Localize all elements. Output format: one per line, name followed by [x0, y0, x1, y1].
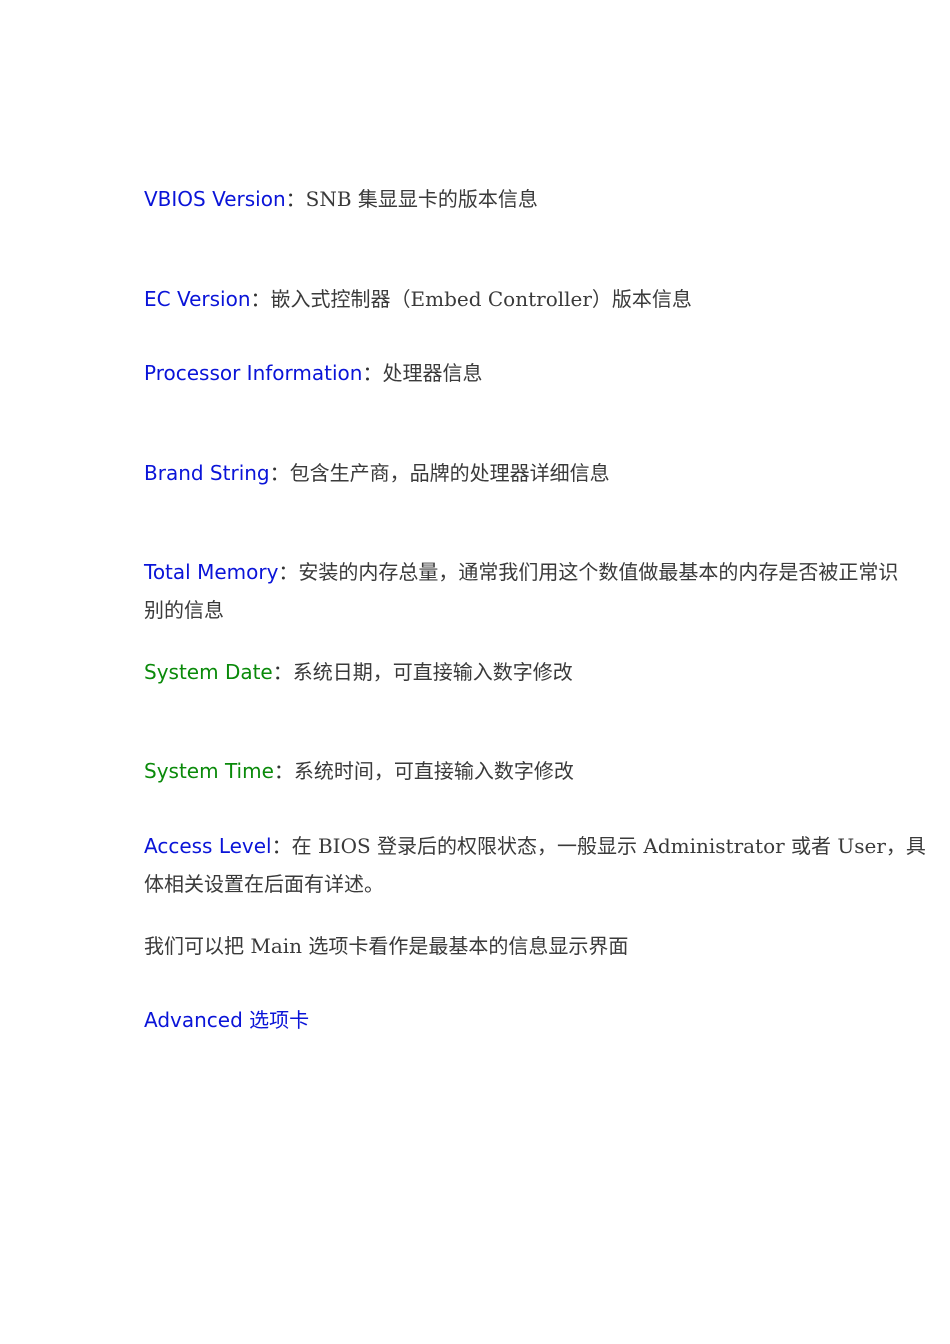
entry-total-memory: Total Memory：安装的内存总量，通常我们用这个数值做最基本的内存是否被… — [144, 553, 898, 629]
term: Brand String — [144, 461, 270, 485]
entry-access-level: Access Level：在 BIOS 登录后的权限状态，一般显示 Admini… — [144, 827, 926, 903]
term: Total Memory — [144, 560, 279, 584]
description-continued: 别的信息 — [144, 598, 224, 622]
separator: ： — [272, 660, 293, 684]
entry-system-time: System Time：系统时间，可直接输入数字修改 — [144, 752, 574, 790]
summary-paragraph: 我们可以把 Main 选项卡看作是最基本的信息显示界面 — [144, 934, 629, 958]
description: 处理器信息 — [382, 361, 483, 385]
separator: ： — [269, 461, 290, 485]
separator: ： — [362, 361, 383, 385]
section-heading-advanced: Advanced 选项卡 — [144, 1008, 310, 1032]
description: 嵌入式控制器（Embed Controller）版本信息 — [270, 287, 692, 311]
description: 安装的内存总量，通常我们用这个数值做最基本的内存是否被正常识 — [298, 560, 899, 584]
term: System Time — [144, 759, 274, 783]
entry-ec-version: EC Version：嵌入式控制器（Embed Controller）版本信息 — [144, 280, 692, 318]
entry-brand-string: Brand String：包含生产商，品牌的处理器详细信息 — [144, 454, 610, 492]
separator: ： — [278, 560, 299, 584]
description: SNB 集显显卡的版本信息 — [305, 187, 538, 211]
description-continued: 体相关设置在后面有详述。 — [144, 872, 384, 896]
description: 系统日期，可直接输入数字修改 — [292, 660, 573, 684]
entry-processor-information: Processor Information：处理器信息 — [144, 354, 482, 392]
term: VBIOS Version — [144, 187, 286, 211]
separator: ： — [285, 187, 306, 211]
separator: ： — [273, 759, 294, 783]
separator: ： — [250, 287, 271, 311]
term: System Date — [144, 660, 273, 684]
description: 系统时间，可直接输入数字修改 — [293, 759, 574, 783]
term: Access Level — [144, 834, 272, 858]
term: Processor Information — [144, 361, 363, 385]
description: 包含生产商，品牌的处理器详细信息 — [289, 461, 610, 485]
separator: ： — [271, 834, 292, 858]
term: EC Version — [144, 287, 251, 311]
entry-system-date: System Date：系统日期，可直接输入数字修改 — [144, 653, 573, 691]
description: 在 BIOS 登录后的权限状态，一般显示 Administrator 或者 Us… — [291, 834, 926, 858]
entry-vbios-version: VBIOS Version：SNB 集显显卡的版本信息 — [144, 180, 538, 218]
